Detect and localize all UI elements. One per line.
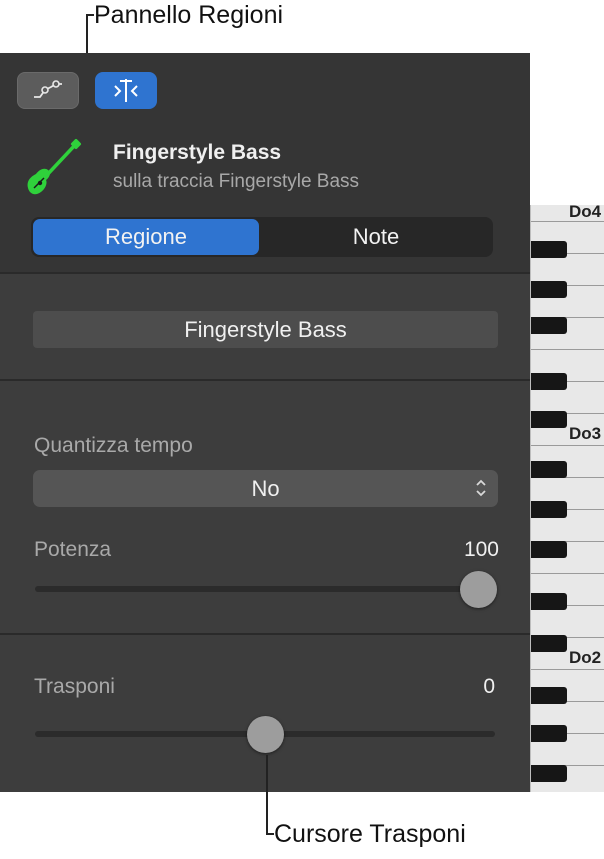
transpose-slider-callout: Cursore Trasponi bbox=[274, 820, 466, 848]
regions-panel: Fingerstyle Bass sulla traccia Fingersty… bbox=[0, 53, 530, 792]
track-subtitle: sulla traccia Fingerstyle Bass bbox=[113, 171, 360, 192]
bass-guitar-icon bbox=[27, 138, 82, 195]
white-key-border bbox=[531, 669, 604, 670]
black-key[interactable] bbox=[531, 501, 567, 518]
tab-notes[interactable]: Note bbox=[261, 219, 491, 255]
white-key-border bbox=[531, 445, 604, 446]
black-key[interactable] bbox=[531, 461, 567, 478]
strength-slider-track[interactable] bbox=[35, 586, 495, 592]
black-key[interactable] bbox=[531, 373, 567, 390]
black-key[interactable] bbox=[531, 411, 567, 428]
quantize-label: Quantizza tempo bbox=[34, 434, 193, 457]
region-inspector-button[interactable] bbox=[95, 72, 157, 109]
white-key-border bbox=[531, 221, 604, 222]
transpose-slider-knob[interactable] bbox=[246, 716, 284, 753]
transpose-label: Trasponi bbox=[34, 675, 115, 698]
divider bbox=[0, 379, 530, 381]
transpose-callout-tick bbox=[266, 833, 274, 835]
black-key[interactable] bbox=[531, 281, 567, 298]
white-key-border bbox=[531, 573, 604, 574]
black-key[interactable] bbox=[531, 241, 567, 258]
strength-label: Potenza bbox=[34, 538, 112, 561]
quantize-select[interactable]: No bbox=[33, 470, 498, 507]
black-key[interactable] bbox=[531, 635, 567, 652]
key-label: Do4 bbox=[569, 205, 602, 221]
key-label: Do2 bbox=[569, 648, 602, 667]
region-name-field[interactable]: Fingerstyle Bass bbox=[33, 311, 498, 348]
region-inspector-icon bbox=[114, 79, 138, 102]
chevron-up-down-icon bbox=[476, 479, 486, 497]
divider bbox=[0, 633, 530, 635]
black-key[interactable] bbox=[531, 593, 567, 610]
black-key[interactable] bbox=[531, 687, 567, 704]
key-label: Do3 bbox=[569, 424, 602, 443]
black-key[interactable] bbox=[531, 725, 567, 742]
strength-value: 100 bbox=[463, 538, 499, 561]
automation-curve-icon bbox=[34, 80, 62, 98]
region-notes-segmented-control: Regione Note bbox=[31, 217, 493, 257]
transpose-callout-line bbox=[266, 755, 268, 835]
quantize-value: No bbox=[251, 476, 280, 501]
strength-slider-knob[interactable] bbox=[460, 571, 497, 608]
track-name: Fingerstyle Bass bbox=[113, 141, 282, 164]
tab-region[interactable]: Regione bbox=[33, 219, 259, 255]
black-key[interactable] bbox=[531, 541, 567, 558]
black-key[interactable] bbox=[531, 765, 567, 782]
divider bbox=[0, 272, 530, 274]
black-key[interactable] bbox=[531, 317, 567, 334]
regions-panel-callout-tick bbox=[86, 14, 94, 16]
piano-keyboard[interactable]: Do4 Do3 Do2 bbox=[530, 205, 604, 792]
automation-button[interactable] bbox=[17, 72, 79, 109]
transpose-value: 0 bbox=[483, 675, 495, 698]
white-key-border bbox=[531, 349, 604, 350]
regions-panel-callout: Pannello Regioni bbox=[94, 1, 284, 29]
